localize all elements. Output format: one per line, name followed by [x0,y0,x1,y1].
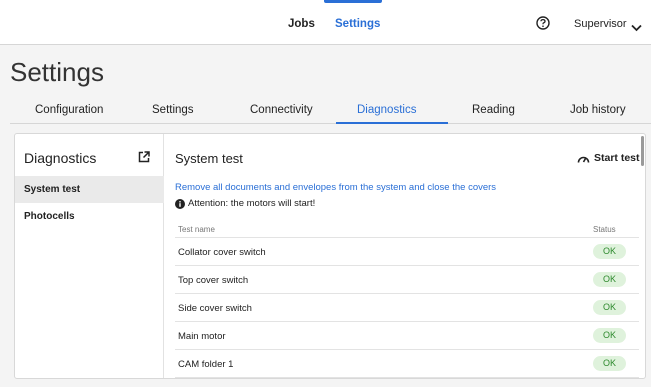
test-name-cell: Top cover switch [178,275,249,286]
test-name-cell: CAM folder 1 [178,359,234,370]
nav-settings-link[interactable]: Settings [335,18,380,30]
table-row: Collator cover switch OK [175,238,639,266]
top-bar: Jobs Settings Supervisor [0,0,651,45]
table-row: CAM folder 1 OK [175,350,639,378]
chevron-down-icon[interactable] [631,19,642,32]
attention-text: Attention: the motors will start! [188,198,316,209]
sidebar-title: Diagnostics [24,150,97,166]
start-test-label: Start test [594,152,640,164]
gauge-icon [577,156,590,163]
tab-active-underline [336,122,448,124]
table-header: Test name Status [175,216,639,238]
test-name-cell: Side cover switch [178,303,252,314]
scrollbar[interactable] [641,136,644,166]
status-badge: OK [593,300,626,315]
tab-configuration[interactable]: Configuration [35,104,103,116]
status-badge: OK [593,272,626,287]
test-name-cell: Main motor [178,331,226,342]
table-row: Top cover switch OK [175,266,639,294]
page-title: Settings [10,57,104,87]
system-test-panel: System test Start test Remove all docume… [164,134,645,378]
tab-bar: Configuration Settings Connectivity Diag… [10,96,651,124]
table-row: Main motor OK [175,322,639,350]
table-row: Side cover switch OK [175,294,639,322]
status-badge: OK [593,356,626,371]
column-header-status: Status [593,225,616,234]
tab-job-history[interactable]: Job history [570,104,626,116]
status-badge: OK [593,244,626,259]
instruction-text: Remove all documents and envelopes from … [175,182,497,193]
user-menu-label[interactable]: Supervisor [574,18,627,30]
sidebar-item-photocells[interactable]: Photocells [15,203,164,230]
diagnostics-sidebar: Diagnostics System test Photocells [15,134,164,378]
info-icon [175,198,185,209]
tab-reading[interactable]: Reading [472,104,515,116]
open-external-icon[interactable] [138,150,150,163]
sidebar-item-system-test[interactable]: System test [15,176,164,203]
tab-connectivity[interactable]: Connectivity [250,104,313,116]
diagnostics-card: Diagnostics System test Photocells Syste… [14,133,646,379]
tab-diagnostics[interactable]: Diagnostics [357,104,416,116]
nav-active-indicator [324,0,382,3]
help-icon[interactable] [536,16,550,30]
nav-jobs-link[interactable]: Jobs [288,18,315,30]
column-header-test-name: Test name [178,225,215,234]
panel-title: System test [175,151,243,166]
status-badge: OK [593,328,626,343]
tab-settings[interactable]: Settings [152,104,194,116]
start-test-button[interactable]: Start test [577,150,640,166]
test-name-cell: Collator cover switch [178,247,266,258]
attention-message: Attention: the motors will start! [175,198,315,209]
